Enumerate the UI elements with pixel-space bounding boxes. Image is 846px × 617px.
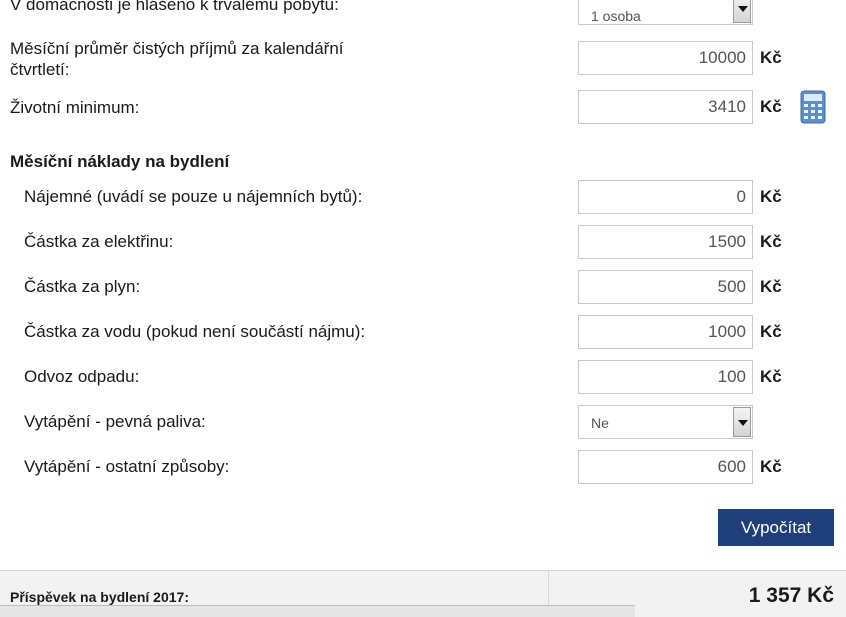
minimum-unit: Kč	[760, 97, 782, 116]
cost-label-gas: Částka za plyn:	[24, 277, 141, 296]
gas-unit: Kč	[760, 277, 782, 296]
calculate-button[interactable]: Vypočítat	[718, 509, 834, 546]
gas-input[interactable]	[578, 270, 753, 304]
waste-input[interactable]	[578, 360, 753, 394]
cost-label-electricity: Částka za elektřinu:	[24, 232, 174, 251]
minimum-input[interactable]	[578, 90, 753, 124]
cost-label-waste: Odvoz odpadu:	[24, 367, 140, 386]
heating-other-unit: Kč	[760, 457, 782, 476]
cost-label-water: Částka za vodu (pokud není součástí nájm…	[24, 322, 366, 341]
rent-unit: Kč	[760, 187, 782, 206]
income-input[interactable]	[578, 41, 753, 75]
waste-unit: Kč	[760, 367, 782, 386]
chevron-down-icon[interactable]	[733, 0, 751, 23]
result-value: 1 357 Kč	[748, 584, 834, 607]
chevron-down-icon[interactable]	[733, 407, 751, 437]
household-persons-label: V domácnosti je hlášeno k trvalému pobyt…	[10, 0, 339, 14]
heating-solid-value: Ne	[591, 415, 609, 431]
household-persons-select[interactable]: 1 osoba	[578, 0, 753, 25]
water-unit: Kč	[760, 322, 782, 341]
heating-other-input[interactable]	[578, 450, 753, 484]
electricity-input[interactable]	[578, 225, 753, 259]
section-title: Měsíční náklady na bydlení	[10, 152, 230, 171]
household-persons-value: 1 osoba	[591, 8, 641, 24]
heating-other-label: Vytápění - ostatní způsoby:	[24, 457, 230, 476]
result-label: Příspěvek na bydlení 2017:	[10, 589, 189, 605]
heating-solid-select[interactable]: Ne	[578, 405, 753, 439]
horizontal-scrollbar[interactable]	[0, 605, 635, 617]
income-unit: Kč	[760, 48, 782, 67]
electricity-unit: Kč	[760, 232, 782, 251]
water-input[interactable]	[578, 315, 753, 349]
income-label-line2: čtvrtletí:	[10, 60, 70, 79]
cost-label-rent: Nájemné (uvádí se pouze u nájemních bytů…	[24, 187, 363, 206]
income-label-line1: Měsíční průměr čistých příjmů za kalendá…	[10, 39, 344, 58]
minimum-label: Životní minimum:	[10, 98, 140, 117]
heating-solid-label: Vytápění - pevná paliva:	[24, 412, 206, 431]
rent-input[interactable]	[578, 180, 753, 214]
calculator-icon[interactable]	[800, 90, 826, 124]
